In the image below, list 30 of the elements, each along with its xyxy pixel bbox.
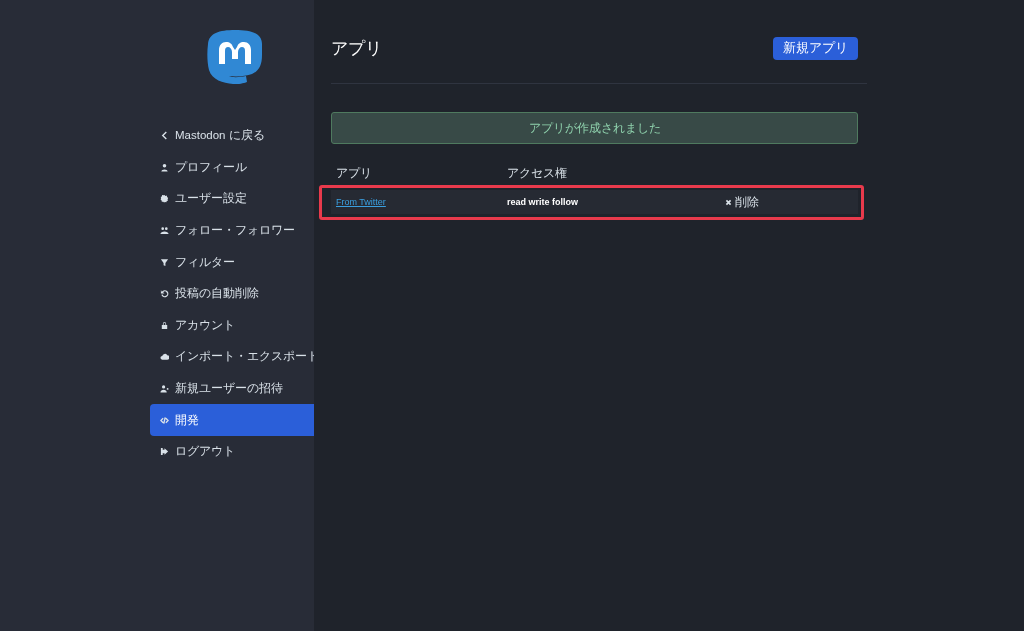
sidebar-item[interactable]: フィルター bbox=[150, 246, 314, 278]
close-icon bbox=[725, 198, 732, 206]
table-cell-text: read write follow bbox=[507, 197, 579, 207]
back-icon bbox=[160, 131, 169, 141]
lock-icon bbox=[160, 320, 169, 330]
history-icon bbox=[160, 289, 169, 299]
cloud-icon bbox=[160, 352, 169, 362]
sidebar-item[interactable]: ユーザー設定 bbox=[150, 183, 314, 215]
follows-icon bbox=[160, 226, 169, 236]
success-alert: アプリが作成されました bbox=[331, 112, 858, 144]
code-icon bbox=[160, 415, 169, 425]
sidebar-item[interactable]: アカウント bbox=[150, 309, 314, 342]
settings-icon bbox=[160, 194, 169, 204]
sidebar-item[interactable]: 新規ユーザーの招待 bbox=[150, 372, 314, 405]
invite-icon bbox=[160, 384, 169, 394]
profile-icon bbox=[160, 162, 169, 172]
page-title: アプリ bbox=[331, 38, 382, 60]
new-app-button[interactable]: 新規アプリ bbox=[773, 37, 858, 60]
column-header: アプリ bbox=[336, 166, 373, 180]
sidebar-item[interactable]: ログアウト bbox=[150, 435, 314, 468]
logout-icon bbox=[160, 447, 169, 457]
column-header: アクセス権 bbox=[507, 166, 567, 180]
filter-icon bbox=[160, 257, 169, 267]
sidebar-item[interactable]: Mastodon に戻る bbox=[150, 120, 314, 152]
sidebar-item[interactable]: プロフィール bbox=[150, 151, 314, 184]
sidebar-item[interactable]: フォロー・フォロワー bbox=[150, 214, 314, 247]
sidebar-item[interactable]: 投稿の自動削除 bbox=[150, 277, 314, 310]
delete-link[interactable]: 削除 bbox=[725, 194, 759, 210]
app-link[interactable]: From Twitter bbox=[336, 197, 507, 207]
sidebar-item[interactable]: 開発 bbox=[150, 404, 314, 436]
